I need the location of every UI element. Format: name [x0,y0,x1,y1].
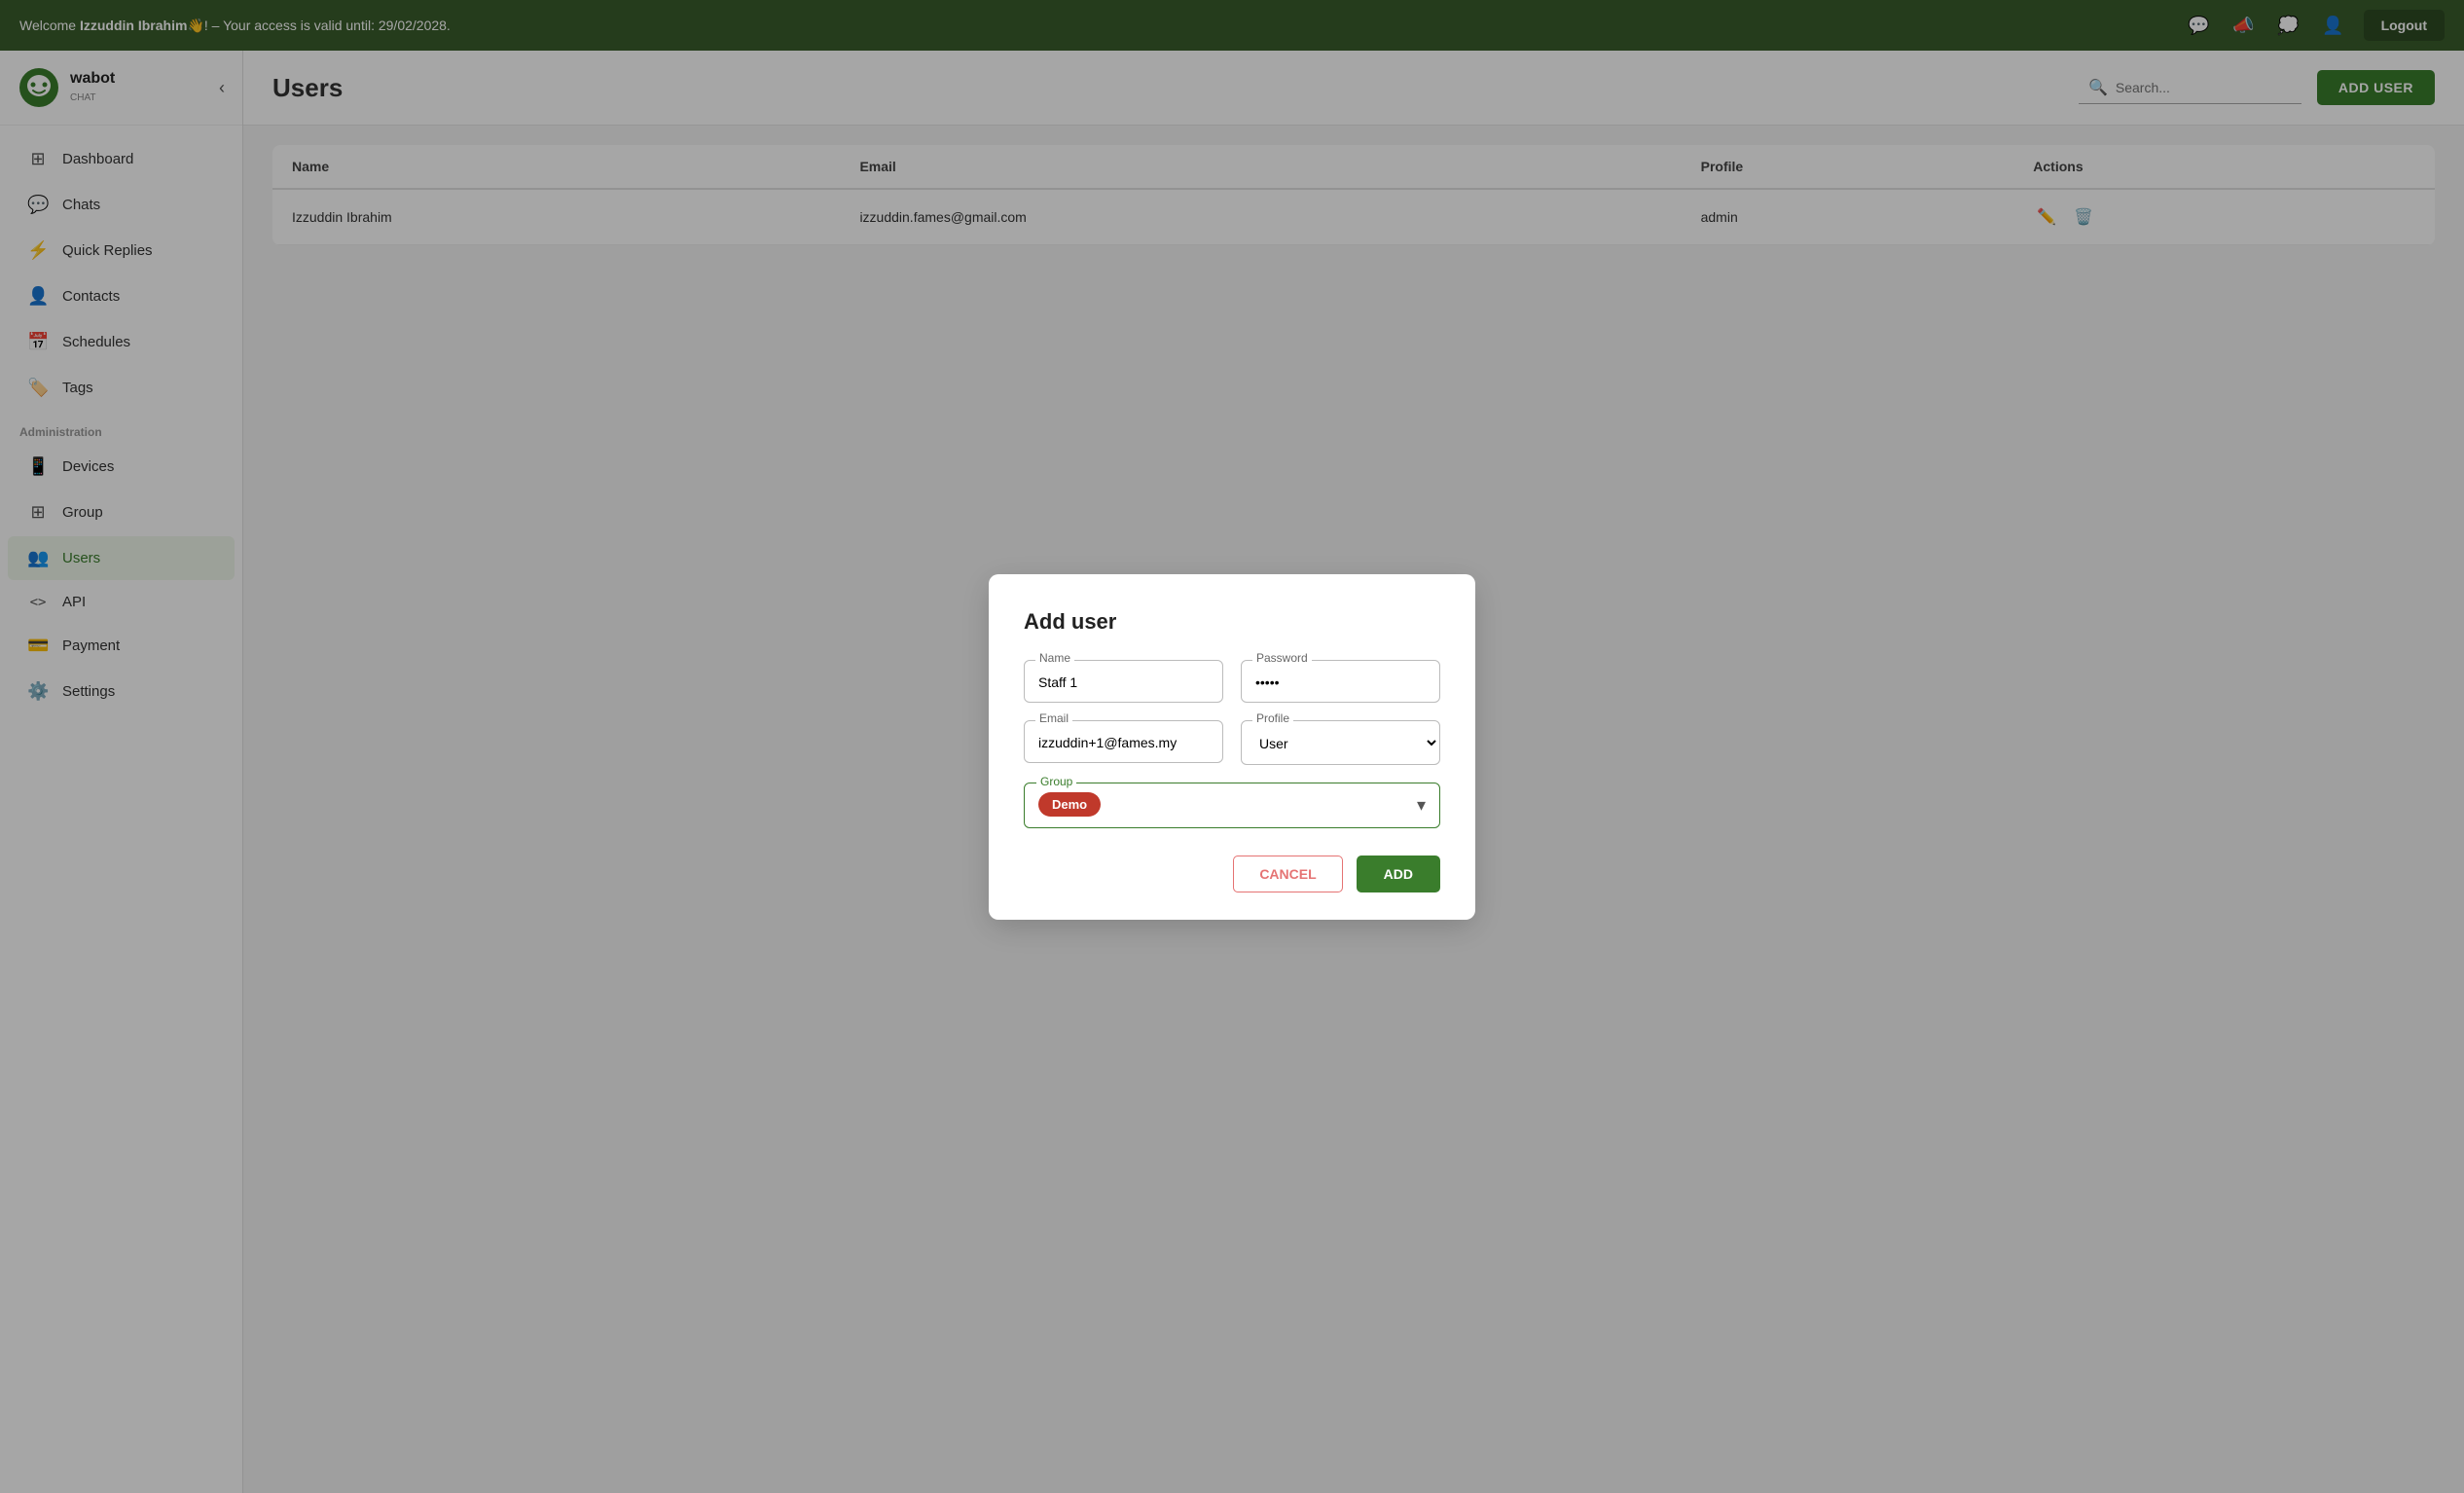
form-row-email-profile: Email Profile User Admin [1024,720,1440,765]
name-label: Name [1035,651,1074,665]
profile-field-group: Profile User Admin [1241,720,1440,765]
modal-title: Add user [1024,609,1440,635]
modal-footer: CANCEL ADD [1024,856,1440,892]
group-select-wrapper[interactable]: Group Demo ▾ [1024,783,1440,828]
demo-group-tag: Demo [1038,792,1101,817]
form-row-name-password: Name Password [1024,660,1440,703]
password-input[interactable] [1241,660,1440,703]
add-button[interactable]: ADD [1357,856,1440,892]
form-row-group: Group Demo ▾ [1024,783,1440,828]
group-label: Group [1036,775,1076,788]
name-input[interactable] [1024,660,1223,703]
email-input[interactable] [1024,720,1223,763]
modal-overlay: Add user Name Password Email Profile Use… [0,0,2464,1493]
password-label: Password [1252,651,1312,665]
profile-select[interactable]: User Admin [1241,720,1440,765]
group-tags-area: Demo [1038,796,1101,814]
email-label: Email [1035,711,1072,725]
group-field-group: Group Demo ▾ [1024,783,1440,828]
add-user-modal: Add user Name Password Email Profile Use… [989,574,1475,920]
email-field-group: Email [1024,720,1223,765]
cancel-button[interactable]: CANCEL [1233,856,1342,892]
name-field-group: Name [1024,660,1223,703]
profile-label: Profile [1252,711,1293,725]
password-field-group: Password [1241,660,1440,703]
group-dropdown-arrow: ▾ [1417,795,1426,816]
